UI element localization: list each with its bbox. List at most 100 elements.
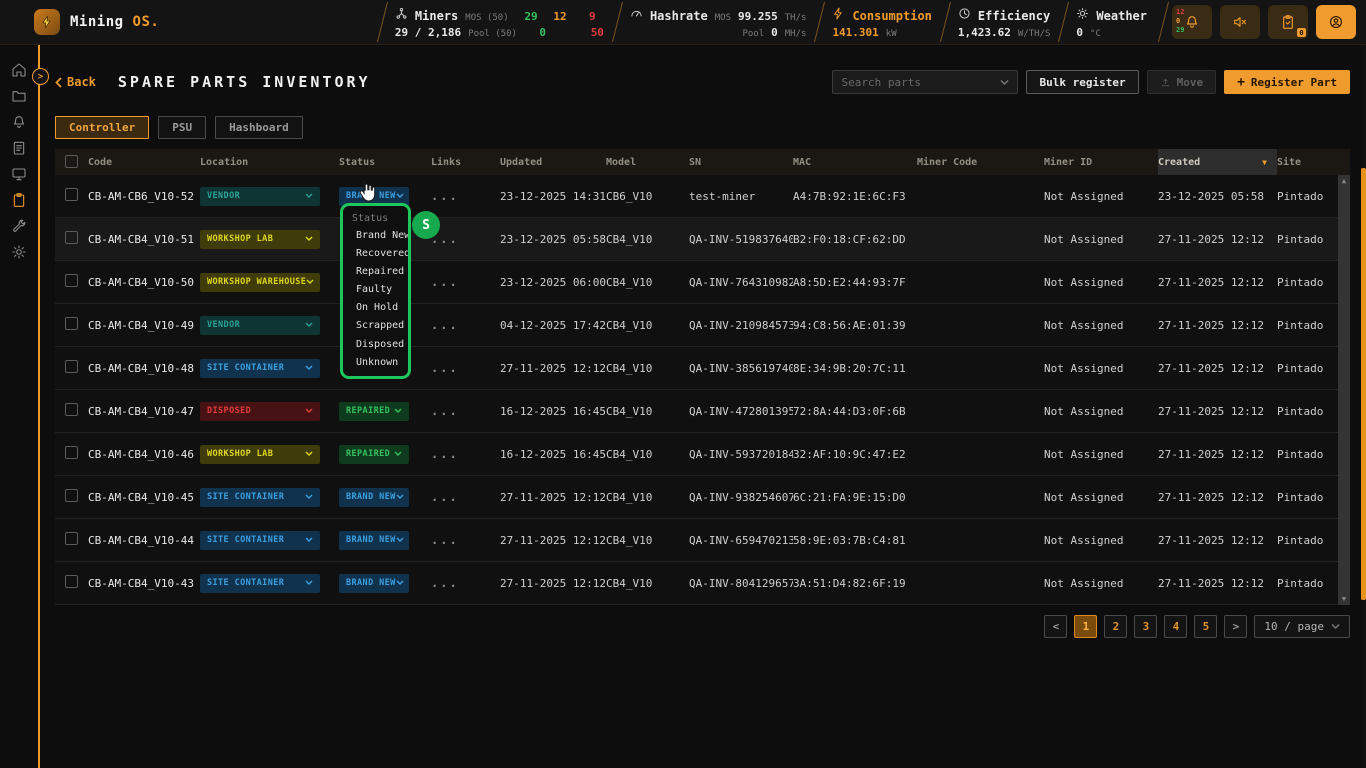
column-header-model[interactable]: Model [606,157,689,168]
row-actions-button[interactable]: ... [431,318,459,332]
row-checkbox[interactable] [65,360,78,373]
row-checkbox[interactable] [65,403,78,416]
status-select[interactable]: REPAIRED [339,402,409,421]
notifications-button[interactable]: 12 0 29 [1172,5,1212,39]
location-select[interactable]: WORKSHOP LAB [200,230,320,249]
column-header-status[interactable]: Status [339,157,431,168]
page-scrollbar[interactable] [1361,45,1366,768]
row-actions-button[interactable]: ... [431,275,459,289]
location-select[interactable]: SITE CONTAINER [200,531,320,550]
pagination-page-4[interactable]: 4 [1164,615,1187,638]
status-option-brand-new[interactable]: Brand New [343,227,408,245]
row-checkbox[interactable] [65,489,78,502]
row-checkbox[interactable] [65,532,78,545]
row-checkbox[interactable] [65,274,78,287]
status-option-faulty[interactable]: Faulty [343,281,408,299]
column-header-site[interactable]: Site [1277,157,1350,168]
tasks-button[interactable]: 0 [1268,5,1308,39]
location-select[interactable]: SITE CONTAINER [200,359,320,378]
row-checkbox[interactable] [65,231,78,244]
location-select[interactable]: WORKSHOP LAB [200,445,320,464]
cell-miner-id: Not Assigned [1044,491,1158,504]
status-option-repaired[interactable]: Repaired [343,263,408,281]
scroll-down-icon[interactable]: ▼ [1342,593,1346,605]
page-scrollbar-thumb[interactable] [1361,168,1366,600]
status-option-unknown[interactable]: Unknown [343,354,408,372]
pagination-next-button[interactable]: > [1224,615,1247,638]
search-parts-combobox[interactable] [832,70,1018,94]
cell-sn: QA-INV-5937201846 [689,448,793,461]
column-header-updated[interactable]: Updated [500,157,606,168]
sidebar-item-settings[interactable] [5,245,33,262]
cell-code: CB-AM-CB4_V10-44 [88,534,200,547]
location-select[interactable]: VENDOR [200,187,320,206]
bulk-register-button[interactable]: Bulk register [1026,70,1138,94]
column-header-location[interactable]: Location [200,157,339,168]
sidebar-item-folder[interactable] [5,89,33,106]
scroll-up-icon[interactable]: ▲ [1342,175,1346,187]
column-header-code[interactable]: Code [88,157,200,168]
column-header-mac[interactable]: MAC [793,157,917,168]
tab-psu[interactable]: PSU [158,116,206,139]
sort-desc-icon: ▼ [1262,158,1267,167]
column-header-miner-code[interactable]: Miner Code [917,157,1044,168]
location-select[interactable]: DISPOSED [200,402,320,421]
status-select[interactable]: BRAND NEW [339,488,409,507]
sidebar-item-bell[interactable] [5,115,33,132]
back-button[interactable]: Back [55,75,96,89]
row-actions-button[interactable]: ... [431,189,459,203]
column-header-links[interactable]: Links [431,157,500,168]
location-select[interactable]: SITE CONTAINER [200,574,320,593]
tab-controller[interactable]: Controller [55,116,149,139]
tab-hashboard[interactable]: Hashboard [215,116,303,139]
row-actions-button[interactable]: ... [431,361,459,375]
page-size-select[interactable]: 10 / page [1254,615,1350,638]
status-option-scrapped[interactable]: Scrapped [343,317,408,335]
location-select[interactable]: VENDOR [200,316,320,335]
table-row: CB-AM-CB6_V10-52 VENDOR BRAND NEW ... 23… [55,175,1350,218]
sidebar-item-monitor[interactable] [5,167,33,184]
cell-code: CB-AM-CB4_V10-48 [88,362,200,375]
support-button[interactable] [1316,5,1356,39]
row-actions-button[interactable]: ... [431,490,459,504]
cell-sn: QA-INV-8041296573 [689,577,793,590]
pagination-page-5[interactable]: 5 [1194,615,1217,638]
row-checkbox[interactable] [65,188,78,201]
column-header-sn[interactable]: SN [689,157,793,168]
pagination-page-2[interactable]: 2 [1104,615,1127,638]
search-input[interactable] [841,76,1000,89]
row-actions-button[interactable]: ... [431,404,459,418]
row-actions-button[interactable]: ... [431,576,459,590]
register-part-button[interactable]: + Register Part [1224,70,1350,94]
location-select[interactable]: WORKSHOP WAREHOUSE [200,273,320,292]
sidebar-item-clipboard[interactable] [5,193,33,210]
sidebar-item-tools[interactable] [5,219,33,236]
cell-code: CB-AM-CB4_V10-49 [88,319,200,332]
location-select[interactable]: SITE CONTAINER [200,488,320,507]
move-button[interactable]: Move [1147,70,1217,94]
consumption-value: 141.301 [832,26,878,39]
status-option-disposed[interactable]: Disposed [343,336,408,354]
row-actions-button[interactable]: ... [431,447,459,461]
pagination-prev-button[interactable]: < [1044,615,1067,638]
chevron-down-icon [306,279,314,285]
status-option-on-hold[interactable]: On Hold [343,299,408,317]
status-select[interactable]: BRAND NEW [339,531,409,550]
row-checkbox[interactable] [65,446,78,459]
row-actions-button[interactable]: ... [431,533,459,547]
status-select[interactable]: REPAIRED [339,445,409,464]
column-header-miner-id[interactable]: Miner ID [1044,157,1158,168]
table-scrollbar[interactable]: ▲ ▼ [1338,175,1350,605]
sidebar-item-document[interactable] [5,141,33,158]
column-header-created[interactable]: Created▼ [1158,149,1277,175]
select-all-checkbox[interactable] [65,155,78,168]
status-select[interactable]: BRAND NEW [339,574,409,593]
row-checkbox[interactable] [65,317,78,330]
pagination-page-1[interactable]: 1 [1074,615,1097,638]
row-checkbox[interactable] [65,575,78,588]
pagination-page-3[interactable]: 3 [1134,615,1157,638]
status-option-recovered[interactable]: Recovered [343,245,408,263]
sidebar-item-home[interactable] [5,63,33,80]
sidebar-collapse-button[interactable]: > [32,68,49,85]
mute-button[interactable] [1220,5,1260,39]
